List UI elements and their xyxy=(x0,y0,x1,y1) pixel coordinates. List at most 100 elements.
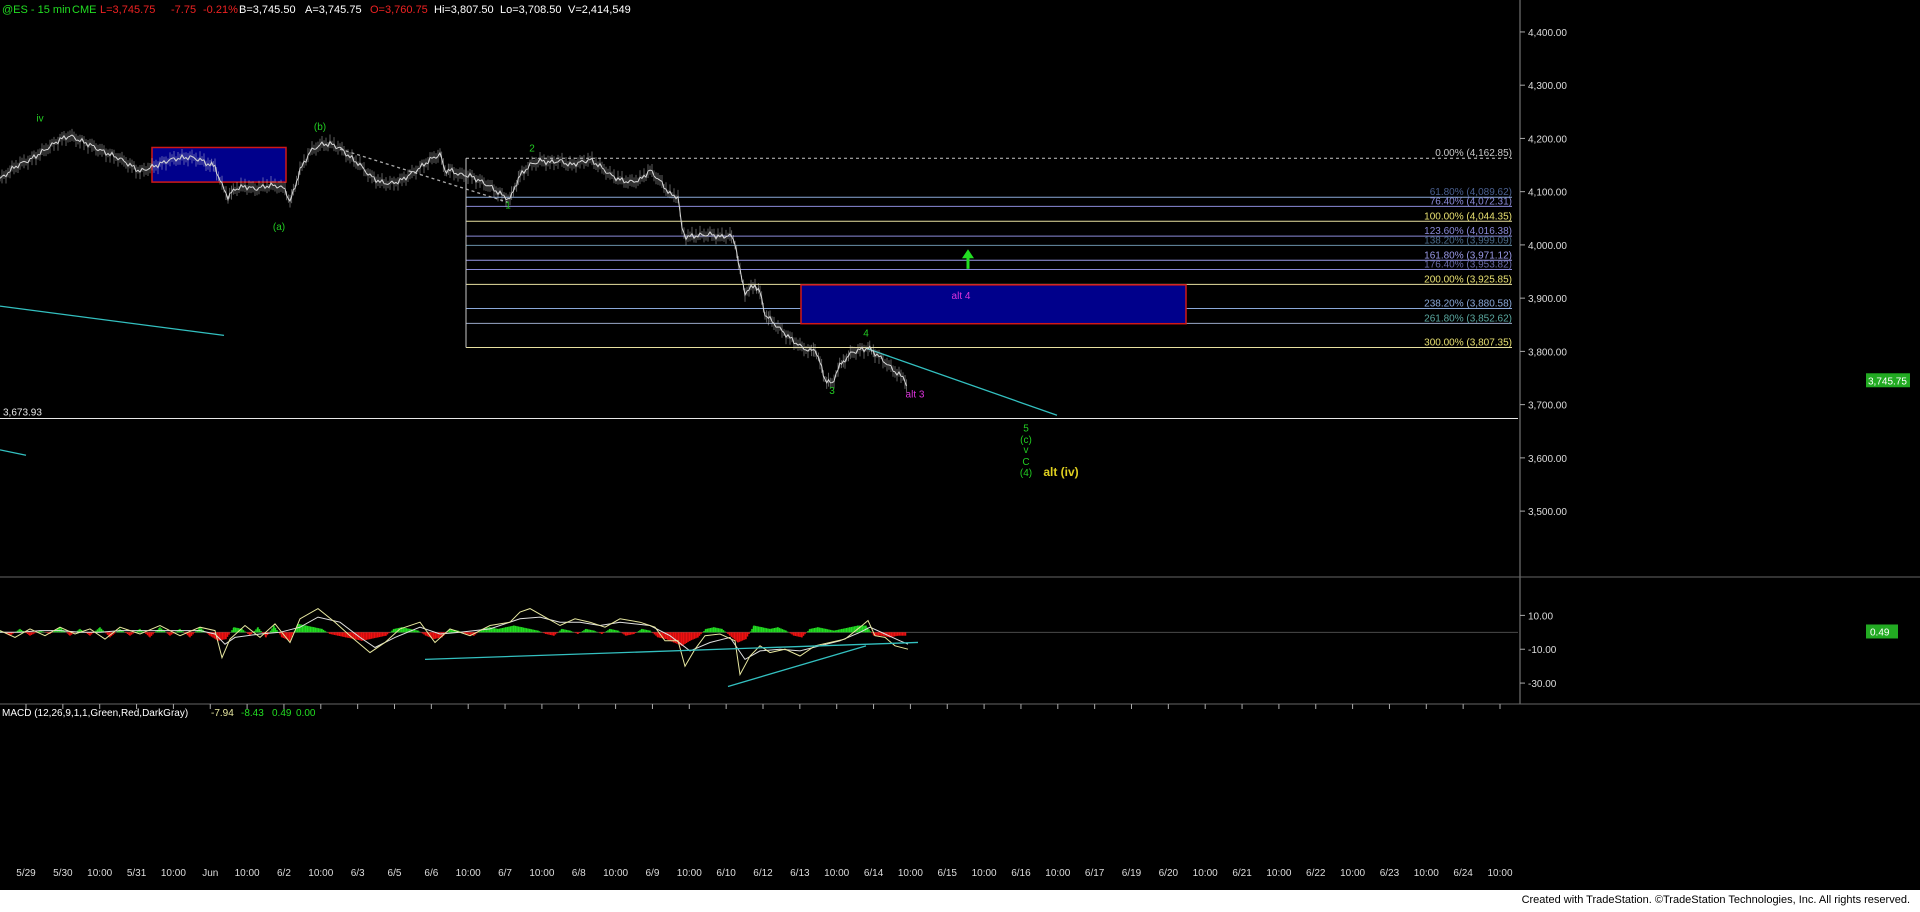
fib-level-label: 176.40% (3,953.82) xyxy=(1424,259,1512,270)
time-tick-label: 6/16 xyxy=(1011,868,1031,879)
time-tick-label: 6/10 xyxy=(716,868,736,879)
time-tick-label: 6/7 xyxy=(498,868,512,879)
last-price-tag: 3,745.75 xyxy=(1866,373,1910,388)
support-level-label: 3,673.93 xyxy=(3,408,42,419)
time-tick-label: 6/9 xyxy=(645,868,659,879)
price-tick-label: 3,500.00 xyxy=(1528,507,1567,518)
wave-label: v xyxy=(1024,445,1029,456)
fib-level-label: 200.00% (3,925.85) xyxy=(1424,274,1512,285)
time-tick-label: 6/8 xyxy=(572,868,586,879)
wave-label: 4 xyxy=(863,328,869,339)
exchange-label: CME xyxy=(72,4,96,16)
time-tick-label: 10:00 xyxy=(1340,868,1365,879)
time-tick-label: 6/24 xyxy=(1453,868,1473,879)
last-price-label: L=3,745.75 xyxy=(100,4,155,16)
time-tick-label: 10:00 xyxy=(456,868,481,879)
chart-canvas: @ES - 15 min CME L=3,745.75 -7.75 -0.21%… xyxy=(0,0,1920,890)
time-tick-label: 10:00 xyxy=(87,868,112,879)
price-tick-label: 3,700.00 xyxy=(1528,401,1567,412)
price-tick-label: 3,800.00 xyxy=(1528,347,1567,358)
wave-label: alt 4 xyxy=(952,291,971,302)
ask-label: A=3,745.75 xyxy=(305,4,362,16)
time-tick-label: 10:00 xyxy=(1045,868,1070,879)
fib-level-label: 76.40% (4,072.31) xyxy=(1430,196,1512,207)
time-tick-label: Jun xyxy=(202,868,218,879)
low-label: Lo=3,708.50 xyxy=(500,4,561,16)
open-label: O=3,760.75 xyxy=(370,4,428,16)
macd-tick-label: 10.00 xyxy=(1528,611,1553,622)
price-tick-label: 4,000.00 xyxy=(1528,241,1567,252)
price-tick-label: 3,900.00 xyxy=(1528,294,1567,305)
price-tick-label: 3,600.00 xyxy=(1528,454,1567,465)
time-tick-label: 10:00 xyxy=(1487,868,1512,879)
macd-name-label: MACD (12,26,9,1,1,Green,Red,DarkGray) xyxy=(2,708,188,719)
wave-label: 5 xyxy=(1023,423,1029,434)
time-tick-label: 5/30 xyxy=(53,868,73,879)
time-tick-label: 10:00 xyxy=(603,868,628,879)
time-tick-label: 6/17 xyxy=(1085,868,1105,879)
fib-level-label: 300.00% (3,807.35) xyxy=(1424,337,1512,348)
price-tick-label: 4,300.00 xyxy=(1528,81,1567,92)
price-tick-label: 4,100.00 xyxy=(1528,188,1567,199)
time-tick-label: 10:00 xyxy=(529,868,554,879)
time-tick-label: 10:00 xyxy=(235,868,260,879)
footer-copyright: Created with TradeStation. ©TradeStation… xyxy=(1521,894,1910,906)
wave-label: iv xyxy=(36,113,43,124)
time-tick-label: 10:00 xyxy=(1414,868,1439,879)
wave-label: alt 3 xyxy=(906,390,925,401)
time-tick-label: 6/19 xyxy=(1122,868,1142,879)
time-tick-label: 6/12 xyxy=(753,868,773,879)
wave-label: 1 xyxy=(505,201,511,212)
target-zone-box xyxy=(800,284,1187,325)
time-tick-label: 5/29 xyxy=(16,868,36,879)
macd-current-tag: 0.49 xyxy=(1866,624,1898,639)
time-tick-label: 10:00 xyxy=(161,868,186,879)
symbol-label: @ES - 15 min xyxy=(2,4,71,16)
change-label: -7.75 xyxy=(171,4,196,16)
macd-tick-label: -30.00 xyxy=(1528,679,1557,690)
wave-label: 3 xyxy=(829,386,835,397)
price-tick-label: 4,200.00 xyxy=(1528,134,1567,145)
fib-level-label: 261.80% (3,852.62) xyxy=(1424,313,1512,324)
footer-bar: Created with TradeStation. ©TradeStation… xyxy=(0,890,1920,912)
time-tick-label: 6/5 xyxy=(388,868,402,879)
time-tick-label: 10:00 xyxy=(824,868,849,879)
tradestation-chart: @ES - 15 min CME L=3,745.75 -7.75 -0.21%… xyxy=(0,0,1920,890)
wave-label: (b) xyxy=(314,122,326,133)
volume-label: V=2,414,549 xyxy=(568,4,631,16)
change-pct-label: -0.21% xyxy=(203,4,238,16)
wave-label: 2 xyxy=(529,144,535,155)
fib-level-label: 138.20% (3,999.09) xyxy=(1424,235,1512,246)
time-tick-label: 6/14 xyxy=(864,868,884,879)
time-tick-label: 6/23 xyxy=(1380,868,1400,879)
macd-value-label: -7.94 xyxy=(211,708,234,719)
wave-label: alt (iv) xyxy=(1043,465,1078,479)
bid-label: B=3,745.50 xyxy=(239,4,296,16)
wave-label: C xyxy=(1022,457,1029,468)
time-tick-label: 6/20 xyxy=(1159,868,1179,879)
high-label: Hi=3,807.50 xyxy=(434,4,494,16)
macd-diff-label: 0.49 xyxy=(272,708,292,719)
last-price-tag-text: 3,745.75 xyxy=(1868,376,1907,387)
price-header: @ES - 15 min CME L=3,745.75 -7.75 -0.21%… xyxy=(2,4,631,16)
time-tick-label: 10:00 xyxy=(308,868,333,879)
fib-level-label: 238.20% (3,880.58) xyxy=(1424,298,1512,309)
time-tick-label: 10:00 xyxy=(1193,868,1218,879)
time-tick-label: 10:00 xyxy=(677,868,702,879)
macd-signal-label: -8.43 xyxy=(241,708,264,719)
time-tick-label: 6/15 xyxy=(938,868,958,879)
time-tick-label: 6/3 xyxy=(351,868,365,879)
macd-current-tag-text: 0.49 xyxy=(1870,627,1890,638)
time-tick-label: 6/6 xyxy=(424,868,438,879)
wave-label: (4) xyxy=(1020,468,1032,479)
macd-zero-label: 0.00 xyxy=(296,708,316,719)
time-tick-label: 6/13 xyxy=(790,868,810,879)
price-tick-label: 4,400.00 xyxy=(1528,28,1567,39)
time-tick-label: 6/21 xyxy=(1232,868,1252,879)
wave-label: (a) xyxy=(273,222,285,233)
time-tick-label: 10:00 xyxy=(898,868,923,879)
time-tick-label: 10:00 xyxy=(1266,868,1291,879)
time-tick-label: 5/31 xyxy=(127,868,147,879)
time-tick-label: 10:00 xyxy=(972,868,997,879)
time-tick-label: 6/2 xyxy=(277,868,291,879)
